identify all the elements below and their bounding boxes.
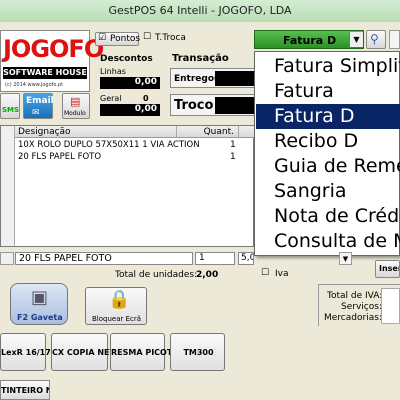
entregou-row: Entregou [170,68,256,88]
product-label: RESMA PICOT [111,348,173,357]
modulo-button[interactable]: ▤ Modulo [62,93,90,119]
col-header-extra [239,126,255,138]
transacao-group: Transação Entregou Troco [168,52,258,118]
product-label: CX COPIA NET [52,348,115,357]
search-icon: ⚲ [370,32,379,46]
bloquear-ecra-button[interactable]: 🔒 Bloquear Ecrã [85,287,147,325]
product-button[interactable]: CX COPIA NET [51,333,115,371]
entry-price-field[interactable]: 5,0 [238,252,254,265]
product-button[interactable]: RESMA PICOT [110,333,173,371]
title-bar: GestPOS 64 Intelli - JOGOFO, LDA [0,0,400,22]
transacao-title: Transação [172,53,229,64]
col-designacao-label: Designação [18,127,71,137]
entregou-field[interactable] [215,71,255,86]
geral-value: 0,00 [134,104,160,114]
entry-designacao-field[interactable]: 20 FLS PAPEL FOTO [15,252,193,265]
product-button[interactable]: TM300 [170,333,225,371]
dropdown-option[interactable]: Sangria [256,179,400,204]
entry-quant-field[interactable]: 1 [195,252,235,265]
product-label: TM300 [183,348,214,357]
table-row[interactable]: 10X ROLO DUPLO 57X50X11 1 VIA ACTION 1 [1,140,253,151]
logo-brand: JOGOFO [3,35,104,63]
logo-subtitle: SOFTWARE HOUSE [3,67,87,79]
dropdown-option[interactable]: Fatura Simplificada [256,54,400,79]
dropdown-option[interactable]: Guia de Remessa [256,154,400,179]
iva-checkbox[interactable]: ☐ Iva [261,268,291,280]
col-header-designacao[interactable]: Designação [15,126,177,138]
vat-values [381,288,400,324]
sms-label: SMS [2,106,20,114]
window-title: GestPOS 64 Intelli - JOGOFO, LDA [108,4,292,17]
bottom-tab-tinteiro[interactable]: TINTEIRO Nº [0,380,50,400]
items-grid[interactable]: Designação Quant. 10X ROLO DUPLO 57X50X1… [0,125,255,247]
insert-button[interactable]: Inser [375,260,400,278]
product-button[interactable]: LexR 16/17 [0,333,51,371]
servicos-label: Serviços: [341,302,382,312]
cell-quant: 1 [230,152,236,162]
troco-field[interactable] [215,97,255,114]
entry-spin-control[interactable]: ▼ [339,252,352,265]
mercadorias-label: Mercadorias: [324,313,382,323]
product-label: LexR 16/17 [1,348,51,357]
col-header-quant[interactable]: Quant. [177,126,239,138]
email-button[interactable]: Email ✉ [23,93,54,119]
entregou-label: Entregou [174,74,221,84]
email-label: Email [26,96,54,106]
doc-type-select[interactable]: Fatura D ▼ [254,30,364,49]
dropdown-option[interactable]: Consulta de Mesa [256,229,400,254]
linhas-value: 0,00 [134,77,160,87]
modulo-icon: ▤ [70,95,81,108]
troco-row: Troco [170,94,256,116]
chevron-down-icon[interactable]: ▼ [349,32,363,47]
f2-gaveta-label: F2 Gaveta [17,313,63,322]
entry-row-indicator [0,252,14,265]
entry-quant-value: 1 [199,253,205,263]
entry-designacao-value: 20 FLS PAPEL FOTO [19,253,112,264]
insert-label: Inser [379,264,400,273]
doc-type-dropdown-list[interactable]: Fatura Simplificada Fatura Fatura D Reci… [254,51,400,256]
cell-designacao: 20 FLS PAPEL FOTO [18,152,102,162]
bloquear-ecra-label: Bloquear Ecrã [92,315,142,323]
cell-quant: 1 [230,140,236,150]
geral-label: Geral [100,94,122,103]
iva-check-icon: ☐ [261,268,270,278]
descontos-group: Descontos Linhas 0,00 Geral 0 0,00 [95,52,163,118]
pontos-label: Pontos [110,34,141,44]
f2-gaveta-button[interactable]: ▣ F2 Gaveta [10,283,68,325]
company-logo: JOGOFO SOFTWARE HOUSE (c) 2014 www.jogof… [0,30,104,92]
table-row[interactable]: 20 FLS PAPEL FOTO 1 [1,152,253,163]
search-button[interactable]: ⚲ [366,30,386,49]
dropdown-option[interactable]: Recibo D [256,129,400,154]
sms-button[interactable]: SMS [0,93,20,119]
entry-price-value: 5,0 [241,253,254,263]
troco-label: Troco [174,98,214,113]
pontos-check-icon: ☑ [98,33,107,43]
total-iva-label: Total de IVA: [327,291,383,301]
dropdown-option[interactable]: Nota de Crédito [256,204,400,229]
dropdown-option-selected[interactable]: Fatura D [256,104,400,129]
linhas-label: Linhas [100,67,126,76]
iva-label: Iva [275,269,289,279]
t-troca-check-icon: ☐ [143,32,152,42]
cell-designacao: 10X ROLO DUPLO 57X50X11 1 VIA ACTION [18,140,200,150]
t-troca-checkbox[interactable]: ☐ T.Troca [143,32,187,46]
t-troca-label: T.Troca [155,33,186,43]
lock-icon: 🔒 [108,289,131,310]
descontos-title: Descontos [100,54,153,64]
linhas-field[interactable]: 0,00 [100,77,160,89]
modulo-label: Modulo [64,110,86,117]
total-unidades-value: 2,00 [196,270,219,280]
dropdown-option[interactable]: Fatura [256,79,400,104]
total-unidades-label: Total de unidades: [115,270,198,280]
geral-pct: 0 [143,94,149,103]
cash-drawer-icon: ▣ [31,287,49,308]
geral-field[interactable]: 0,00 [100,104,160,116]
email-icon: ✉ [32,108,40,118]
logo-caption: (c) 2014 www.jogofo.pt [5,82,64,88]
bottom-tab-label: TINTEIRO Nº [1,386,49,395]
col-quant-label: Quant. [203,127,234,137]
pontos-toggle[interactable]: ☑ Pontos [95,32,141,46]
doc-type-selected: Fatura D [283,34,337,47]
right-edge-control[interactable] [389,30,400,49]
